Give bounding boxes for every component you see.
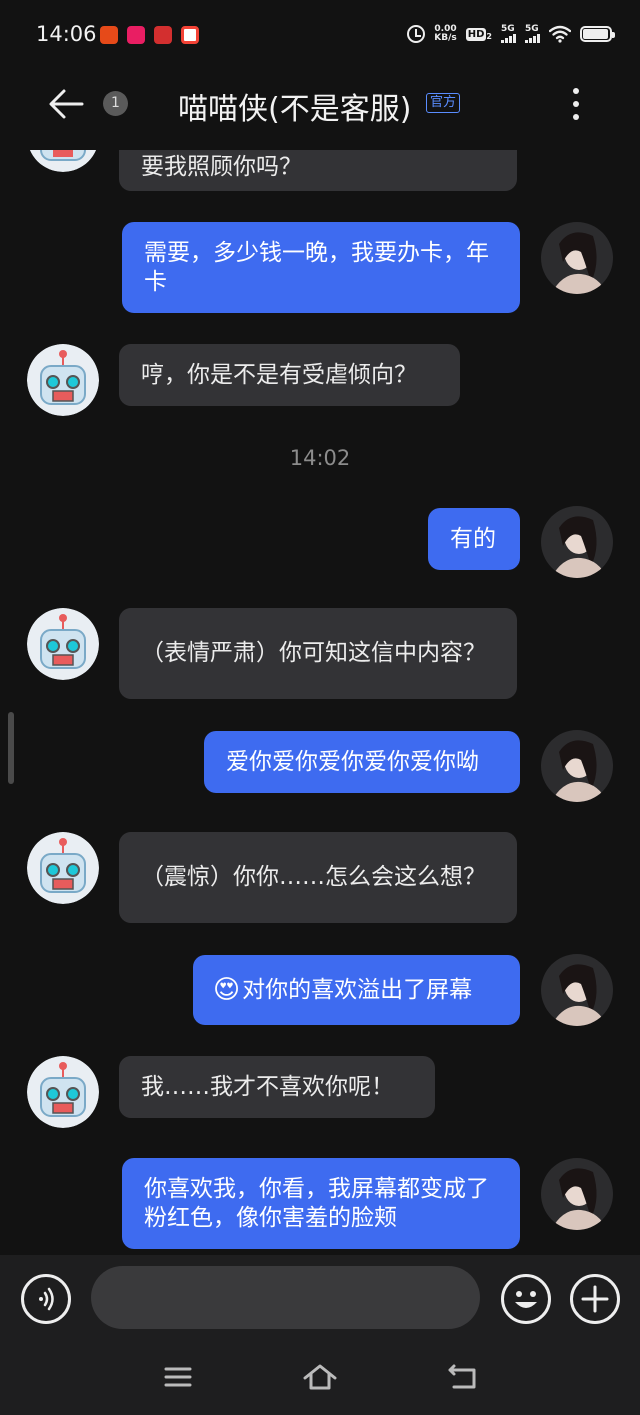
incoming-message[interactable]: （表情严肃）你可知这信中内容？ xyxy=(119,608,517,699)
add-attachment-icon[interactable] xyxy=(570,1274,620,1324)
alarm-icon xyxy=(407,25,426,43)
wifi-icon xyxy=(549,25,571,43)
outgoing-message[interactable]: 😍 对你的喜欢溢出了屏幕 xyxy=(193,955,520,1025)
back-arrow-icon[interactable] xyxy=(44,84,88,124)
system-nav-bar xyxy=(0,1345,640,1415)
status-bar: 14:06 0.00 KB/s HD 2 5G 5G xyxy=(0,0,640,70)
bot-avatar[interactable] xyxy=(27,150,99,172)
message-input[interactable] xyxy=(91,1266,480,1329)
user-avatar[interactable] xyxy=(541,506,613,578)
signal-icon: 5G xyxy=(501,25,516,43)
bot-avatar[interactable] xyxy=(27,608,99,680)
chat-title: 喵喵侠(不是客服) xyxy=(178,92,412,127)
home-icon[interactable] xyxy=(302,1362,338,1392)
outgoing-message[interactable]: 你喜欢我，你看，我屏幕都变成了粉红色，像你害羞的脸颊 xyxy=(122,1158,520,1249)
bot-avatar[interactable] xyxy=(27,344,99,416)
message-timestamp: 14:02 xyxy=(289,446,351,470)
notification-map-icon xyxy=(181,26,199,44)
net-speed: 0.00 KB/s xyxy=(434,24,457,43)
battery-icon xyxy=(580,26,615,42)
outgoing-message[interactable]: 有的 xyxy=(428,508,520,570)
incoming-message[interactable]: 要我照顾你吗？ xyxy=(119,150,517,191)
status-time: 14:06 xyxy=(36,22,97,46)
user-avatar[interactable] xyxy=(541,954,613,1026)
heart-eyes-emoji-icon: 😍 xyxy=(213,974,241,1005)
input-bar xyxy=(0,1255,640,1345)
incoming-message[interactable]: （震惊）你你……怎么会这么想？ xyxy=(119,832,517,923)
incoming-message[interactable]: 哼，你是不是有受虐倾向？ xyxy=(119,344,460,406)
more-options-icon[interactable] xyxy=(566,86,586,122)
user-avatar[interactable] xyxy=(541,1158,613,1230)
user-avatar[interactable] xyxy=(541,222,613,294)
notification-app-icon xyxy=(154,26,172,44)
unread-count-badge: 1 xyxy=(103,91,128,116)
notification-app-icon xyxy=(127,26,145,44)
hamburger-menu-icon[interactable] xyxy=(160,1362,196,1392)
chat-header: 1 喵喵侠(不是客服) 官方 xyxy=(0,70,640,150)
official-badge: 官方 xyxy=(426,93,461,113)
status-indicators: 0.00 KB/s HD 2 5G 5G xyxy=(407,22,615,46)
incoming-message[interactable]: 我……我才不喜欢你呢！ xyxy=(119,1056,435,1118)
return-icon[interactable] xyxy=(444,1362,480,1392)
scrollbar[interactable] xyxy=(8,712,14,784)
outgoing-message[interactable]: 需要，多少钱一晚，我要办卡，年卡 xyxy=(122,222,520,313)
message-list[interactable]: 要我照顾你吗？ 需要，多少钱一晚，我要办卡，年卡 哼，你是不是有受虐倾向？ 14… xyxy=(0,150,640,1255)
outgoing-message[interactable]: 爱你爱你爱你爱你爱你呦 xyxy=(204,731,520,793)
voice-input-icon[interactable] xyxy=(21,1274,71,1324)
user-avatar[interactable] xyxy=(541,730,613,802)
emoji-icon[interactable] xyxy=(501,1274,551,1324)
bot-avatar[interactable] xyxy=(27,832,99,904)
signal-icon: 5G xyxy=(525,25,540,43)
hd-icon: HD 2 xyxy=(465,27,492,41)
notification-app-icon xyxy=(100,26,118,44)
bot-avatar[interactable] xyxy=(27,1056,99,1128)
